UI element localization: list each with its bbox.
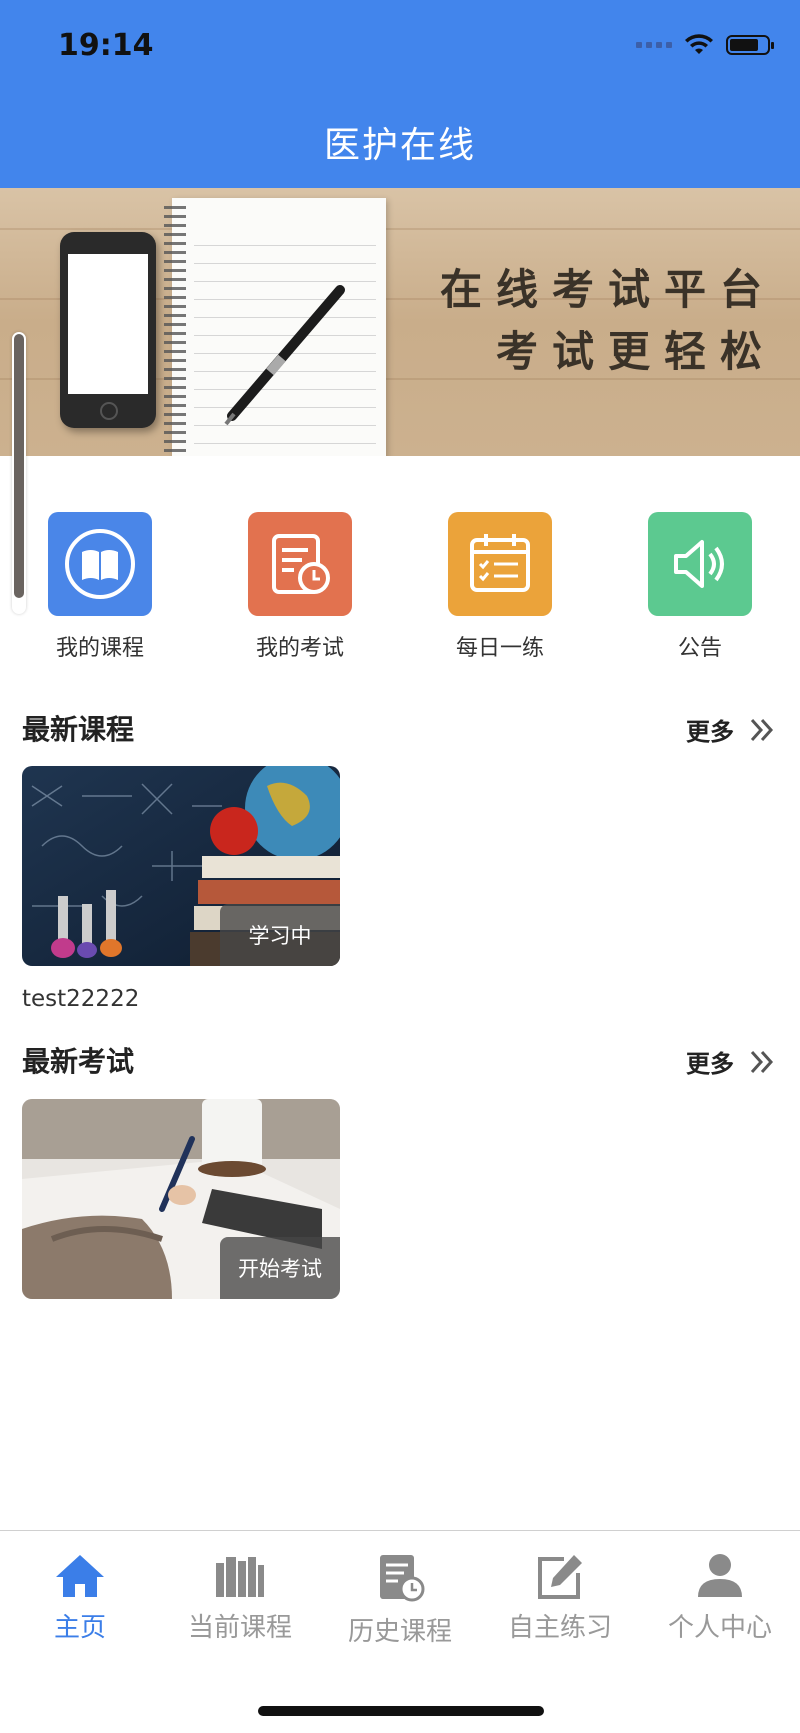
- more-label: 更多: [686, 718, 734, 746]
- notebook-image: [164, 198, 386, 456]
- start-exam-button[interactable]: 开始考试: [220, 1237, 340, 1299]
- tab-home[interactable]: 主页: [0, 1553, 160, 1644]
- course-card[interactable]: 学习中: [22, 766, 340, 966]
- status-time: 19:14: [58, 28, 154, 63]
- tab-label: 历史课程: [347, 1617, 452, 1647]
- user-icon: [698, 1554, 742, 1597]
- exam-clock-icon: [248, 512, 352, 616]
- double-chevron-right-icon: [750, 718, 774, 741]
- tab-self-practice[interactable]: 自主练习: [480, 1553, 640, 1644]
- tab-label: 自主练习: [507, 1613, 612, 1643]
- pen-icon: [224, 285, 345, 426]
- latest-exams-more-link[interactable]: 更多: [686, 1044, 776, 1079]
- cellular-signal-icon: [636, 42, 672, 48]
- tab-personal-center[interactable]: 个人中心: [640, 1553, 800, 1644]
- tab-current-courses[interactable]: 当前课程: [160, 1553, 320, 1644]
- promo-banner[interactable]: 在线考试平台 考试更轻松: [0, 188, 800, 456]
- tab-label: 当前课程: [187, 1613, 292, 1643]
- quick-menu-announcements[interactable]: 公告: [630, 512, 770, 662]
- scrollbar[interactable]: [12, 332, 26, 614]
- more-label: 更多: [686, 1050, 734, 1078]
- quick-menu-label: 每日一练: [455, 636, 544, 661]
- latest-courses-more-link[interactable]: 更多: [686, 712, 776, 747]
- banner-subline: 考试更轻松: [495, 327, 776, 376]
- bottom-tab-bar: 主页 当前课程 历史课程 自主练习 个人中心: [0, 1530, 800, 1733]
- page-title: 医护在线: [323, 125, 476, 166]
- quick-menu-my-courses[interactable]: 我的课程: [30, 512, 170, 662]
- books-icon: [216, 1557, 264, 1597]
- edit-icon: [538, 1555, 582, 1599]
- course-status-badge: 学习中: [220, 904, 340, 966]
- tab-label: 个人中心: [667, 1613, 772, 1643]
- latest-courses-title: 最新课程: [22, 713, 135, 746]
- history-doc-icon: [380, 1555, 425, 1602]
- tab-label: 主页: [53, 1613, 106, 1643]
- tab-history-courses[interactable]: 历史课程: [320, 1553, 480, 1648]
- scrollbar-thumb[interactable]: [14, 334, 24, 598]
- book-icon: [48, 512, 152, 616]
- calendar-list-icon: [448, 512, 552, 616]
- course-name[interactable]: test22222: [22, 986, 139, 1012]
- status-icons: [636, 34, 774, 56]
- latest-exams-title: 最新考试: [22, 1045, 135, 1078]
- quick-menu-label: 公告: [677, 636, 722, 661]
- battery-icon: [726, 35, 774, 55]
- banner-headline: 在线考试平台: [439, 265, 776, 314]
- quick-menu-daily-practice[interactable]: 每日一练: [430, 512, 570, 662]
- phone-image: [60, 232, 156, 428]
- home-icon: [56, 1555, 104, 1597]
- wifi-icon: [685, 34, 713, 54]
- quick-menu-label: 我的课程: [55, 636, 144, 661]
- exam-card[interactable]: 开始考试: [22, 1099, 340, 1299]
- home-indicator[interactable]: [258, 1706, 544, 1716]
- quick-menu-label: 我的考试: [255, 636, 344, 661]
- speaker-icon: [648, 512, 752, 616]
- quick-menu-my-exams[interactable]: 我的考试: [230, 512, 370, 662]
- double-chevron-right-icon: [750, 1050, 774, 1073]
- app-header: 19:14 医护在线: [0, 0, 800, 188]
